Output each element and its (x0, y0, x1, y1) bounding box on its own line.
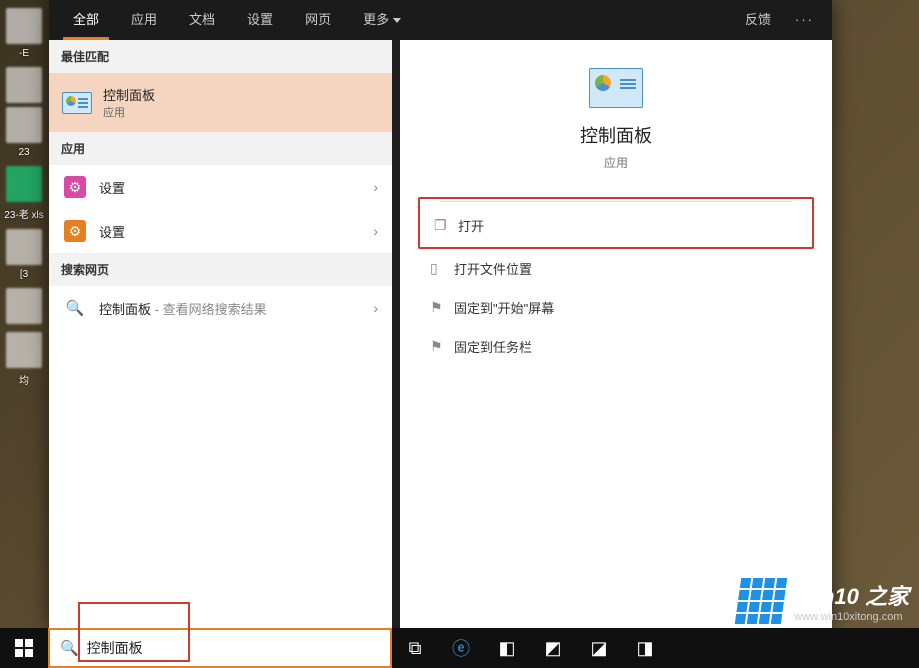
search-input[interactable] (87, 640, 380, 656)
watermark-url: www.win10xitong.com (794, 611, 909, 623)
taskbar-app-icon[interactable]: ◧ (484, 628, 530, 668)
watermark: Win10 之家 www.win10xitong.com (738, 578, 909, 624)
desktop-label: 23-老 xls (0, 206, 48, 221)
search-flyout: 全部 应用 文档 设置 网页 更多 反馈 ··· 最佳匹配 控制面板 应用 应用… (49, 0, 832, 629)
result-title: 控制面板 - 查看网络搜索结果 (99, 299, 267, 318)
start-button[interactable] (0, 628, 48, 668)
desktop-icon[interactable] (6, 229, 42, 265)
taskbar: 🔍 ⧉ ⓔ ◧ ◩ ◪ ◨ (0, 628, 919, 668)
result-settings-1[interactable]: ⚙ 设置 › (49, 165, 392, 209)
result-title: 控制面板 (103, 85, 155, 104)
action-label: 固定到任务栏 (454, 337, 532, 356)
highlight-annotation: ❐ 打开 (418, 197, 814, 249)
tab-all[interactable]: 全部 (57, 0, 115, 40)
result-web-search[interactable]: 🔍 控制面板 - 查看网络搜索结果 › (49, 286, 392, 330)
more-options-button[interactable]: ··· (785, 0, 824, 40)
taskbar-app-icon[interactable]: ◪ (576, 628, 622, 668)
section-best-match: 最佳匹配 (49, 40, 392, 73)
results-column: 最佳匹配 控制面板 应用 应用 ⚙ 设置 › ⚙ 设置 › 搜索网页 (49, 40, 392, 629)
desktop-label: [3 (0, 269, 48, 280)
detail-title: 控制面板 (580, 122, 652, 148)
result-settings-2[interactable]: ⚙ 设置 › (49, 209, 392, 253)
search-icon: 🔍 (60, 639, 79, 657)
desktop-icon[interactable] (6, 67, 42, 103)
action-label: 打开 (458, 216, 484, 235)
section-web: 搜索网页 (49, 253, 392, 286)
chevron-right-icon: › (373, 223, 378, 239)
desktop-icon[interactable] (6, 107, 42, 143)
tab-more[interactable]: 更多 (347, 0, 417, 40)
windows-logo-icon (15, 639, 33, 657)
desktop-icon[interactable] (6, 288, 42, 324)
action-pin-start[interactable]: ⚑ 固定到"开始"屏幕 (418, 288, 814, 327)
desktop-icons-column: -E 23 23-老 xls [3 均 (0, 0, 48, 668)
result-title: 设置 (99, 178, 125, 197)
gear-icon: ⚙ (64, 220, 86, 242)
result-best-control-panel[interactable]: 控制面板 应用 (49, 73, 392, 132)
action-open[interactable]: ❐ 打开 (422, 206, 810, 245)
section-apps: 应用 (49, 132, 392, 165)
desktop-label: 23 (0, 147, 48, 158)
windows-logo-icon (735, 578, 787, 624)
action-label: 打开文件位置 (454, 259, 532, 278)
chevron-right-icon: › (373, 300, 378, 316)
tab-apps[interactable]: 应用 (115, 0, 173, 40)
action-pin-taskbar[interactable]: ⚑ 固定到任务栏 (418, 327, 814, 366)
tab-settings[interactable]: 设置 (231, 0, 289, 40)
detail-subtitle: 应用 (604, 154, 628, 171)
watermark-title: Win10 之家 (794, 579, 909, 611)
action-label: 固定到"开始"屏幕 (454, 298, 554, 317)
taskbar-pinned-apps: ⧉ ⓔ ◧ ◩ ◪ ◨ (392, 628, 668, 668)
pin-icon: ⚑ (430, 338, 454, 355)
desktop-label: 均 (0, 372, 48, 387)
open-icon: ❐ (434, 217, 458, 234)
taskbar-app-icon[interactable]: ◩ (530, 628, 576, 668)
search-icon: 🔍 (61, 294, 89, 322)
edge-icon[interactable]: ⓔ (438, 628, 484, 668)
action-open-location[interactable]: ▯ 打开文件位置 (418, 249, 814, 288)
desktop-label: -E (0, 48, 48, 59)
pin-icon: ⚑ (430, 299, 454, 316)
chevron-right-icon: › (373, 179, 378, 195)
chevron-down-icon (393, 18, 401, 23)
feedback-link[interactable]: 反馈 (731, 0, 785, 40)
tab-more-label: 更多 (363, 0, 389, 40)
detail-header: 控制面板 应用 (400, 40, 832, 187)
gear-icon: ⚙ (64, 176, 86, 198)
desktop-icon[interactable] (6, 8, 42, 44)
result-title: 设置 (99, 222, 125, 241)
taskbar-search-box[interactable]: 🔍 (48, 628, 392, 668)
detail-column: 控制面板 应用 ❐ 打开 ▯ 打开文件位置 ⚑ 固定到"开始"屏幕 (392, 40, 832, 629)
taskbar-app-icon[interactable]: ◨ (622, 628, 668, 668)
folder-icon: ▯ (430, 260, 454, 277)
control-panel-icon (62, 92, 92, 114)
tab-web[interactable]: 网页 (289, 0, 347, 40)
task-view-button[interactable]: ⧉ (392, 628, 438, 668)
result-subtitle: 应用 (103, 104, 155, 120)
desktop-icon[interactable] (6, 166, 42, 202)
search-tabs: 全部 应用 文档 设置 网页 更多 反馈 ··· (49, 0, 832, 40)
control-panel-icon (589, 68, 643, 108)
tab-documents[interactable]: 文档 (173, 0, 231, 40)
desktop-icon[interactable] (6, 332, 42, 368)
